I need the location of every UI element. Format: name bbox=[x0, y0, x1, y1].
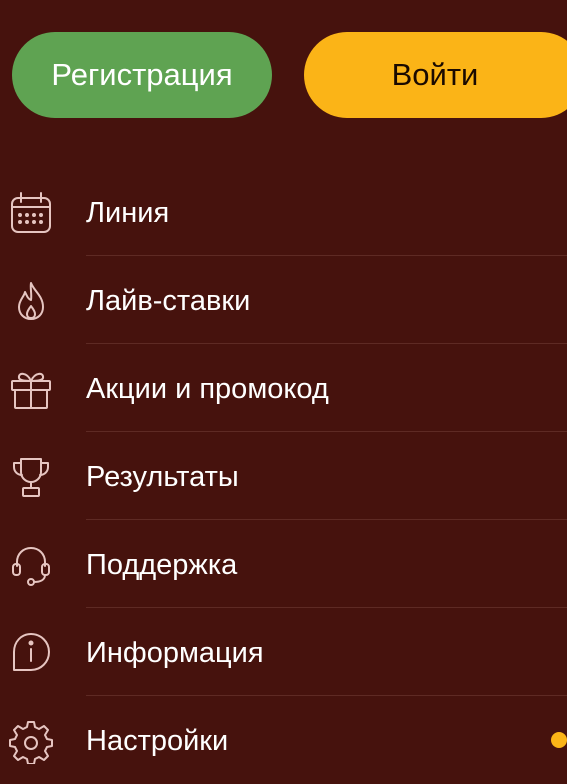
flame-icon bbox=[8, 278, 54, 324]
calendar-icon bbox=[8, 190, 54, 236]
menu-item-label: Результаты bbox=[86, 461, 239, 493]
trophy-icon bbox=[8, 454, 54, 500]
info-icon bbox=[8, 630, 54, 676]
menu-item-support[interactable]: Поддержка bbox=[0, 520, 567, 608]
menu-item-label: Линия bbox=[86, 197, 170, 229]
headset-icon bbox=[8, 542, 54, 588]
side-menu: Линия Лайв-ставки Акции и промокод Резул… bbox=[0, 168, 567, 784]
menu-item-promotions[interactable]: Акции и промокод bbox=[0, 344, 567, 432]
menu-item-label: Поддержка bbox=[86, 549, 238, 581]
auth-buttons: Регистрация Войти bbox=[12, 32, 567, 118]
login-button[interactable]: Войти bbox=[304, 32, 567, 118]
menu-item-results[interactable]: Результаты bbox=[0, 432, 567, 520]
menu-item-settings[interactable]: Настройки bbox=[0, 696, 567, 784]
notification-dot bbox=[551, 732, 567, 748]
menu-item-information[interactable]: Информация bbox=[0, 608, 567, 696]
menu-item-live-bets[interactable]: Лайв-ставки bbox=[0, 256, 567, 344]
gift-icon bbox=[8, 366, 54, 412]
menu-item-label: Настройки bbox=[86, 725, 229, 757]
menu-item-label: Акции и промокод bbox=[86, 373, 329, 405]
menu-item-label: Информация bbox=[86, 637, 264, 669]
menu-item-line[interactable]: Линия bbox=[0, 168, 567, 256]
gear-icon bbox=[8, 718, 54, 764]
register-button[interactable]: Регистрация bbox=[12, 32, 272, 118]
menu-item-label: Лайв-ставки bbox=[86, 285, 251, 317]
